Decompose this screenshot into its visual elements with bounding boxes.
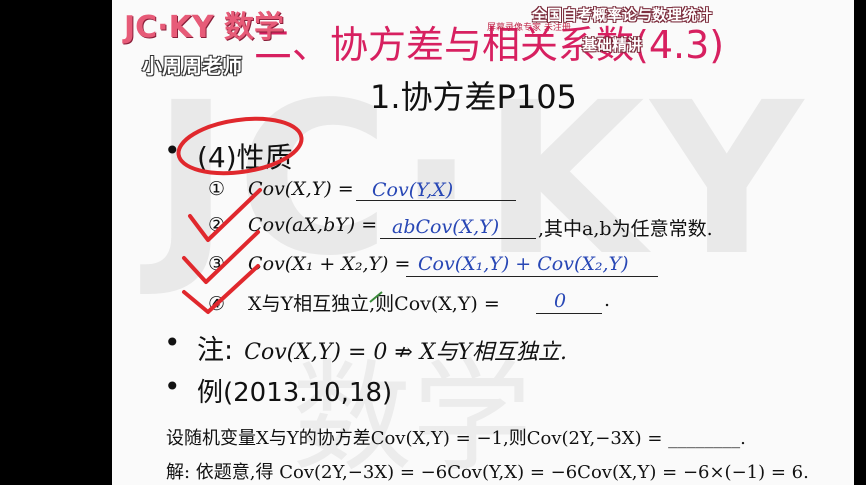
property-item-4: ④ X与Y相互独立,则Cov(X,Y) =: [208, 289, 500, 316]
right-border: [854, 0, 866, 485]
item-formula: Cov(X₁ + X₂,Y) =: [248, 253, 411, 275]
course-title-line1: 全国自考概率论与数理统计: [532, 6, 713, 24]
section-title: 1.协方差P105: [370, 78, 577, 116]
example-solution: 解: 依题意,得 Cov(2Y,−3X) = −6Cov(Y,X) = −6Co…: [166, 462, 809, 483]
example-heading: 例(2013.10,18): [197, 378, 393, 408]
property-heading: (4)性质: [197, 141, 293, 174]
item-number: ④: [208, 293, 226, 315]
item-suffix: ,其中a,b为任意常数.: [538, 218, 713, 240]
course-title-line2: 基础精讲: [582, 36, 643, 54]
bullet-dot: •: [164, 370, 181, 403]
item-suffix: .: [604, 289, 611, 311]
answer-text: Cov(Y,X): [372, 179, 454, 201]
answer-blank: [406, 276, 658, 277]
item-formula: X与Y相互独立,则Cov(X,Y) =: [248, 293, 500, 315]
item-number: ②: [208, 214, 226, 236]
property-item-1: ① Cov(X,Y) =: [208, 178, 354, 200]
answer-text: 0: [554, 290, 567, 312]
answer-text: abCov(X,Y): [392, 216, 500, 238]
bullet-dot: •: [164, 326, 181, 359]
item-number: ①: [208, 178, 226, 200]
item-number: ③: [208, 253, 226, 275]
property-item-3: ③ Cov(X₁ + X₂,Y) =: [208, 253, 410, 275]
item-formula: Cov(X,Y) =: [248, 178, 354, 200]
bullet-dot: •: [164, 134, 181, 167]
answer-blank: [380, 238, 536, 239]
video-frame: JC·KY 数学 二、协方差与相关系数(4.3) JC·KY 数学 小周周老师 …: [0, 0, 866, 485]
example-question: 设随机变量X与Y的协方差Cov(X,Y) = −1,则Cov(2Y,−3X) =…: [166, 428, 746, 449]
teacher-name: 小周周老师: [142, 54, 242, 78]
lecture-slide: JC·KY 数学 二、协方差与相关系数(4.3) JC·KY 数学 小周周老师 …: [112, 0, 854, 485]
note-text: Cov(X,Y) = 0 ⇏ X与Y相互独立.: [244, 340, 567, 365]
logo: JC·KY 数学: [124, 10, 284, 45]
answer-text: Cov(X₁,Y) + Cov(X₂,Y): [418, 253, 629, 275]
note-label: 注:: [197, 335, 234, 366]
property-item-2: ② Cov(aX,bY) =: [208, 214, 377, 236]
note-line: 注: Cov(X,Y) = 0 ⇏ X与Y相互独立.: [197, 328, 567, 367]
answer-blank: [536, 313, 602, 314]
item-formula: Cov(aX,bY) =: [248, 214, 378, 236]
